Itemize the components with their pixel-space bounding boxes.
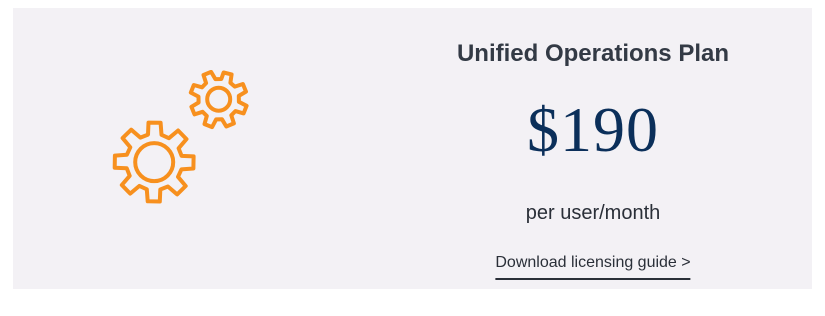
gears-icon <box>112 70 249 204</box>
small-gear-icon <box>188 70 249 130</box>
plan-price: $190 <box>527 94 659 165</box>
plan-content: Unified Operations Plan $190 per user/mo… <box>353 8 825 289</box>
price-unit: per user/month <box>525 202 661 224</box>
plan-title: Unified Operations Plan <box>456 40 730 67</box>
pricing-card: Unified Operations Plan $190 per user/mo… <box>13 8 812 289</box>
download-licensing-guide-link[interactable]: Download licensing guide > <box>495 254 691 280</box>
large-gear-icon <box>112 120 196 204</box>
